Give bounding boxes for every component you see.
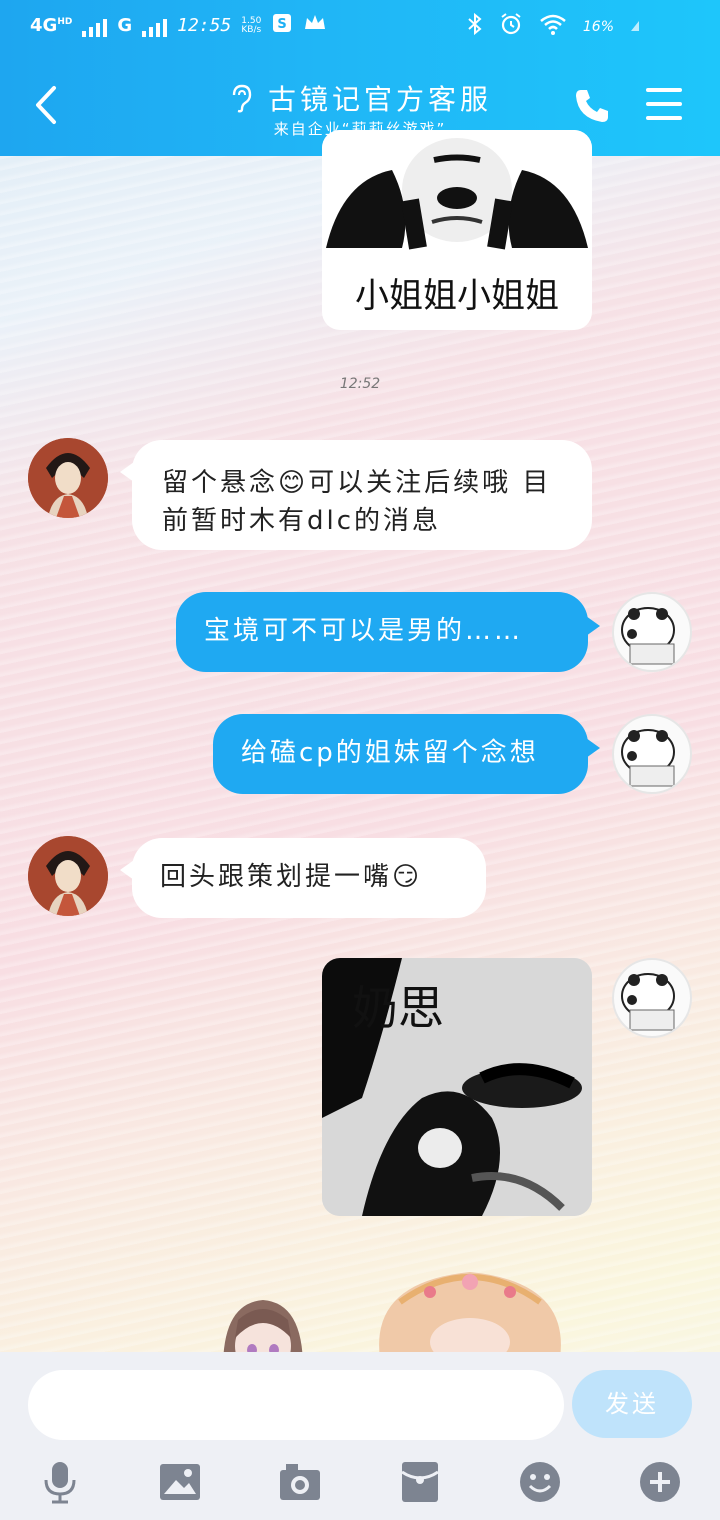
alarm-icon [499, 12, 523, 41]
emoji-button[interactable] [516, 1458, 564, 1506]
agent-avatar-image [28, 438, 108, 518]
agent-avatar-image [28, 836, 108, 916]
wifi-icon [539, 13, 567, 40]
panda-meme-image [322, 130, 592, 260]
signal-icon-2 [142, 15, 168, 37]
bear-avatar-image [621, 973, 675, 1031]
red-packet-icon [401, 1462, 439, 1502]
sticker-caption: 小姐姐小姐姐 [355, 276, 559, 316]
app-notification-icon: S [271, 12, 293, 39]
user-avatar[interactable] [612, 714, 692, 794]
crown-icon [303, 13, 327, 38]
agent-avatar[interactable] [28, 836, 108, 916]
bluetooth-icon [467, 12, 483, 41]
microphone-icon [44, 1462, 76, 1504]
battery-icon [630, 16, 640, 37]
image-icon [160, 1464, 200, 1500]
agent-avatar[interactable] [28, 438, 108, 518]
sticker-message[interactable]: 奶思 [322, 958, 592, 1216]
hd-label: HD [57, 17, 73, 27]
message-input[interactable] [28, 1370, 564, 1440]
signal-icon [82, 15, 108, 37]
camera-button[interactable] [276, 1458, 324, 1506]
anime-girl-decoration [379, 1272, 561, 1358]
network-speed: 1.50 KB/s [241, 15, 262, 35]
user-avatar[interactable] [612, 958, 692, 1038]
sticker-caption: 奶思 [352, 981, 444, 1035]
incoming-message[interactable]: 回头跟策划提一嘴😏 [120, 838, 486, 918]
menu-icon-line [646, 116, 682, 120]
page-title: 古镜记官方客服 [267, 83, 492, 116]
call-button[interactable] [572, 86, 612, 130]
outgoing-message[interactable]: 给磕cp的姐妹留个念想 [213, 714, 600, 794]
network2-label: G [117, 15, 133, 36]
incoming-message[interactable]: 留个悬念😊可以关注后续哦 目前暂时木有dlc的消息 [120, 440, 592, 550]
composer-toolbar [0, 1450, 720, 1510]
status-time: 12:55 [177, 15, 232, 36]
red-packet-button[interactable] [396, 1458, 444, 1506]
smiley-icon [520, 1462, 560, 1502]
ear-icon [228, 83, 254, 120]
image-button[interactable] [156, 1458, 204, 1506]
camera-icon [280, 1464, 320, 1500]
plus-circle-icon [640, 1462, 680, 1502]
message-timestamp: 12:52 [339, 376, 381, 392]
menu-button[interactable] [646, 88, 682, 122]
page-title-wrap: 古镜记官方客服 [0, 78, 720, 120]
user-avatar[interactable] [612, 592, 692, 672]
menu-icon-line [646, 88, 682, 92]
composer: 发送 [0, 1352, 720, 1520]
send-button[interactable]: 发送 [572, 1370, 692, 1438]
svg-text:S: S [278, 17, 287, 32]
menu-icon-line [646, 102, 682, 106]
more-button[interactable] [636, 1458, 684, 1506]
status-bar: 4GHD G 12:55 1.50 KB/s S 16% [0, 0, 720, 56]
battery-level: 16% [582, 18, 614, 35]
voice-button[interactable] [36, 1458, 84, 1506]
network-label: 4GHD [30, 15, 73, 36]
outgoing-message[interactable]: 宝境可不可以是男的…… [176, 592, 600, 672]
phone-icon [576, 90, 608, 122]
chat-screen: 4GHD G 12:55 1.50 KB/s S 16% 古镜记官方客服 来自企… [0, 0, 720, 1520]
sticker-message[interactable]: 小姐姐小姐姐 [322, 130, 592, 330]
bear-avatar-image [621, 607, 675, 665]
bear-avatar-image [621, 729, 675, 787]
